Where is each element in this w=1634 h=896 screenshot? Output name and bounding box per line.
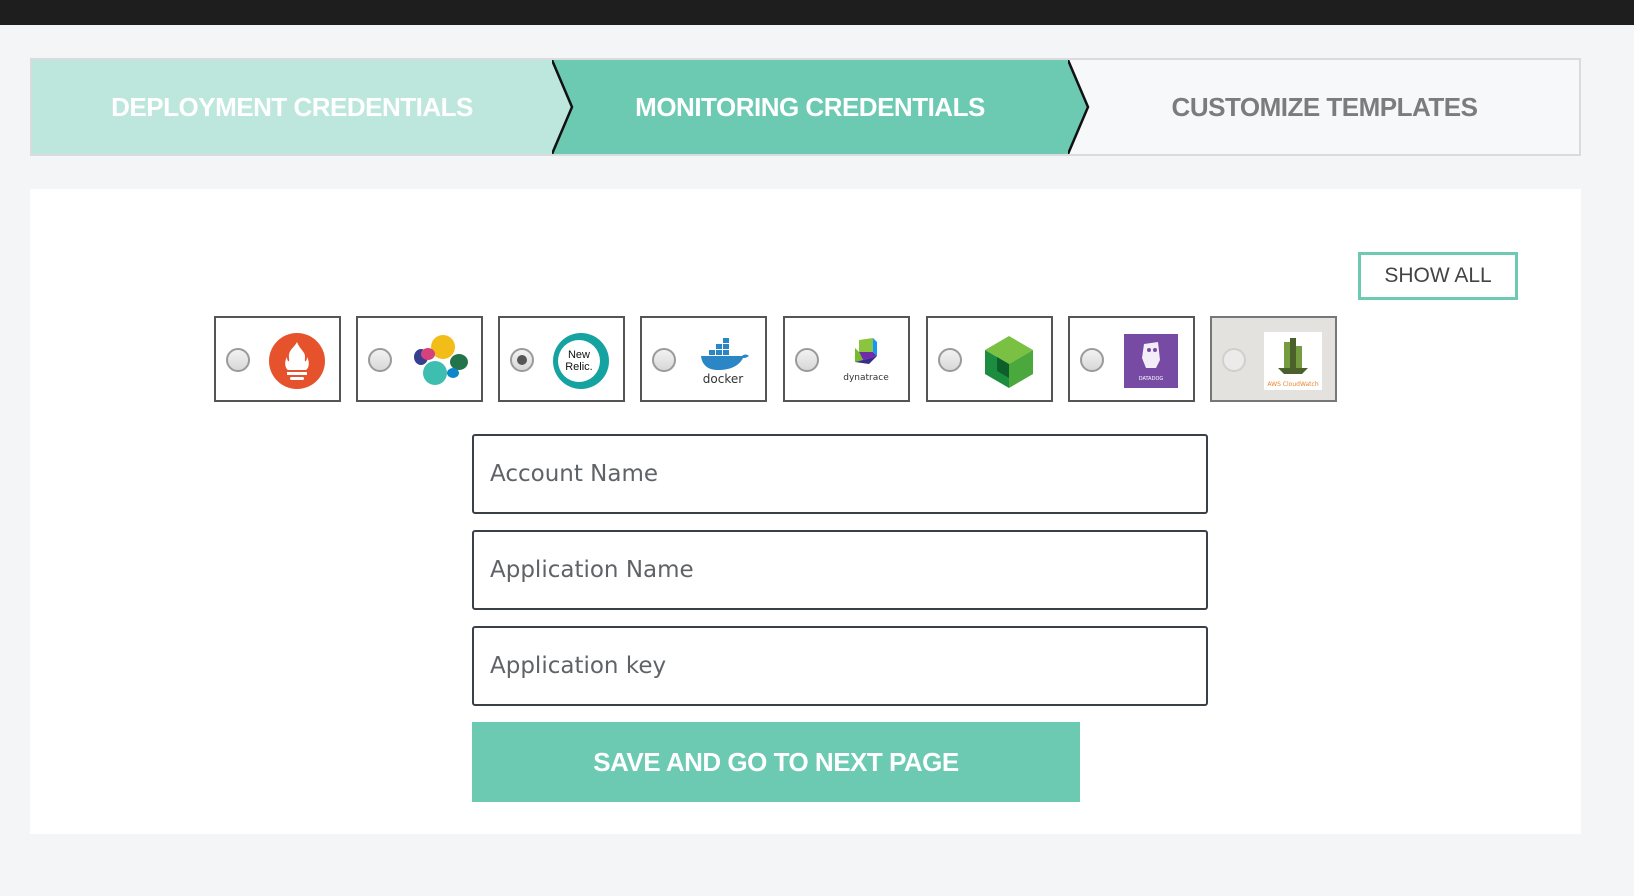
- provider-option-prometheus[interactable]: [214, 316, 341, 402]
- aws-cloudwatch-icon: AWS CloudWatch: [1264, 332, 1322, 390]
- provider-radio[interactable]: [795, 348, 819, 372]
- step-deployment-credentials[interactable]: DEPLOYMENT CREDENTIALS: [32, 60, 552, 154]
- provider-radio[interactable]: [1222, 348, 1246, 372]
- svg-text:DATADOG: DATADOG: [1139, 376, 1164, 382]
- svg-text:dynatrace: dynatrace: [843, 373, 889, 383]
- svg-text:docker: docker: [703, 372, 743, 386]
- account-name-input[interactable]: [472, 434, 1208, 514]
- provider-radio[interactable]: [226, 348, 250, 372]
- step-separator-icon: [552, 60, 574, 154]
- svg-text:AWS CloudWatch: AWS CloudWatch: [1267, 381, 1318, 388]
- new-relic-icon: New Relic.: [553, 333, 609, 389]
- provider-radio[interactable]: [938, 348, 962, 372]
- docker-icon: docker: [701, 338, 749, 386]
- step-label: DEPLOYMENT CREDENTIALS: [111, 91, 473, 122]
- datadog-icon: DATADOG: [1124, 334, 1178, 388]
- provider-option-elastic[interactable]: [356, 316, 483, 402]
- wizard-stepper: DEPLOYMENT CREDENTIALS MONITORING CREDEN…: [30, 58, 1581, 156]
- provider-option-docker[interactable]: docker: [640, 316, 767, 402]
- green-cube-icon: [985, 336, 1033, 388]
- provider-option-green-cube[interactable]: [926, 316, 1053, 402]
- provider-radio[interactable]: [368, 348, 392, 372]
- step-label: CUSTOMIZE TEMPLATES: [1171, 91, 1478, 122]
- step-separator-icon: [1068, 60, 1090, 154]
- save-and-next-button[interactable]: SAVE AND GO TO NEXT PAGE: [472, 722, 1080, 802]
- step-monitoring-credentials[interactable]: MONITORING CREDENTIALS: [552, 60, 1068, 154]
- top-bar: [0, 0, 1634, 25]
- provider-option-datadog[interactable]: DATADOG: [1068, 316, 1195, 402]
- step-customize-templates[interactable]: CUSTOMIZE TEMPLATES: [1068, 60, 1579, 154]
- provider-radio[interactable]: [652, 348, 676, 372]
- prometheus-icon: [269, 333, 325, 389]
- monitoring-provider-list: New Relic. docker dynatrace DATADOG AWS …: [214, 316, 1384, 402]
- provider-radio[interactable]: [510, 348, 534, 372]
- application-key-input[interactable]: [472, 626, 1208, 706]
- dynatrace-icon: dynatrace: [843, 338, 889, 383]
- provider-radio[interactable]: [1080, 348, 1104, 372]
- elastic-icon: [414, 335, 468, 385]
- provider-option-new-relic[interactable]: New Relic.: [498, 316, 625, 402]
- svg-text:Relic.: Relic.: [565, 361, 593, 373]
- step-label: MONITORING CREDENTIALS: [635, 91, 985, 122]
- provider-option-aws-cloudwatch[interactable]: AWS CloudWatch: [1210, 316, 1337, 402]
- svg-text:New: New: [568, 349, 590, 361]
- application-name-input[interactable]: [472, 530, 1208, 610]
- show-all-button[interactable]: SHOW ALL: [1358, 252, 1518, 300]
- provider-option-dynatrace[interactable]: dynatrace: [783, 316, 910, 402]
